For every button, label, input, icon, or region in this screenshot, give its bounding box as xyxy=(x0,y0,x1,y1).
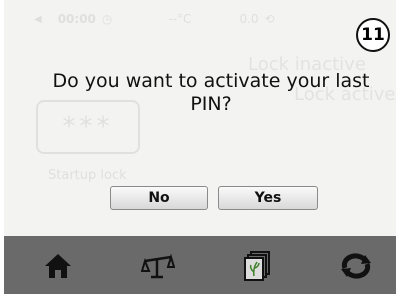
status-speed: 0.0 xyxy=(239,12,259,26)
home-icon xyxy=(45,254,71,278)
status-temperature: --°C xyxy=(168,12,192,26)
step-number-badge: 11 xyxy=(356,18,390,52)
library-icon xyxy=(244,251,270,281)
no-button[interactable]: No xyxy=(110,186,208,210)
dialog-message: Do you want to activate your last PIN? xyxy=(52,70,370,115)
clock-icon: ◷ xyxy=(101,12,113,26)
back-arrow-icon: ◀ xyxy=(34,13,42,25)
refresh-icon xyxy=(341,253,371,279)
nav-refresh-button[interactable] xyxy=(336,246,376,286)
bottom-nav-bar xyxy=(4,236,396,294)
yes-button[interactable]: Yes xyxy=(218,186,318,210)
status-time: 00:00 xyxy=(57,12,96,26)
startup-lock-label: Startup lock xyxy=(48,168,127,183)
nav-scale-button[interactable] xyxy=(138,246,178,286)
status-bar: ◀ 00:00 ◷ --°C 0.0 ⟲ xyxy=(4,6,396,32)
nav-library-button[interactable] xyxy=(238,246,278,286)
nav-home-button[interactable] xyxy=(38,246,78,286)
device-screen: ◀ 00:00 ◷ --°C 0.0 ⟲ Lock inactive Lock … xyxy=(4,0,396,236)
scale-icon xyxy=(141,253,175,279)
rotation-icon: ⟲ xyxy=(264,12,275,26)
